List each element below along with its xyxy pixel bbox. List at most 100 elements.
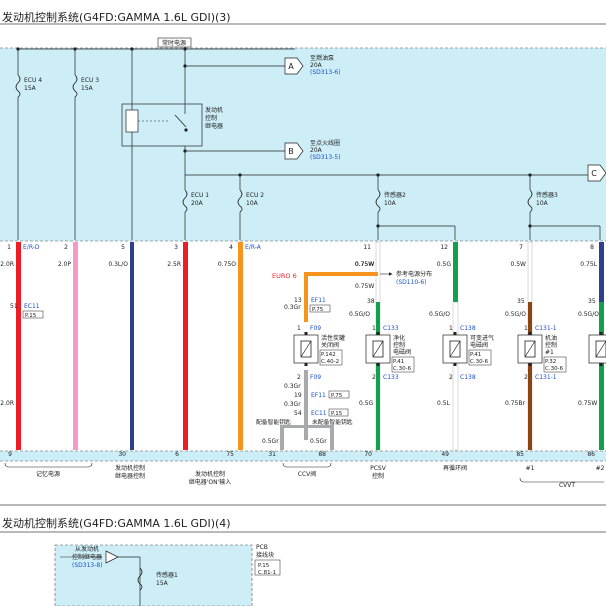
fuse-s3-amps: 10A (536, 200, 549, 207)
pin-p1-code: E/R-D (23, 244, 40, 251)
bottom-pin-b75: 75 (226, 451, 234, 458)
pin-p4-code: E/R-A (245, 244, 262, 251)
p4-from-relay-1: 从发动机 (75, 545, 99, 553)
pin-p4-wire: 0.75O (218, 261, 236, 268)
p4-pcb-1: PCB (256, 544, 268, 551)
ef11-code-a: EF11 (311, 297, 326, 304)
ref-a-letter: A (288, 62, 294, 71)
ref-b-letter: B (288, 147, 294, 156)
wire-label-05l: 0.5L (437, 400, 451, 407)
fuse-ecu1-amps: 20A (191, 200, 204, 207)
ef11-pin-b: 19 (294, 392, 302, 399)
ref-a-line3: (SD313-6) (310, 69, 341, 76)
pin-p7-number: 7 (519, 244, 523, 251)
bottom-pin-b9: 9 (8, 451, 12, 458)
c131-pin1: 1 (524, 325, 528, 332)
func-pcsv-1: PCSV (370, 465, 387, 472)
pcsv-l3: 电磁阀 (393, 348, 411, 356)
ecm-bottom-strip (0, 451, 606, 461)
ef11-page-a: P.75 (312, 307, 324, 313)
pin-p5-number: 5 (121, 244, 125, 251)
f09-pin-top: 1 (297, 325, 301, 332)
fuse-ecu2-amps: 10A (246, 200, 259, 207)
hot-bus-label: 常时电源 (162, 39, 186, 47)
ocv-page: P.32 (545, 359, 556, 365)
f09-code-bot: F09 (310, 374, 321, 381)
func-relay-on-2: 继电器'ON'输入 (189, 478, 232, 486)
bottom-pin-b30: 30 (118, 451, 126, 458)
wire-white-c138 (452, 301, 459, 451)
wire-navy-pin5 (130, 242, 134, 450)
ref-c-letter: C (591, 169, 597, 178)
c138-code-top: C138 (460, 325, 476, 332)
purge-conn: C.40-2 (321, 359, 339, 365)
pin-p2-wire: 2.0P (58, 261, 72, 268)
p4-from-relay-3: (SD313-8) (72, 562, 103, 569)
p4-pcb-conn: C.81-1 (258, 570, 276, 576)
purge-l1: 活性炭罐 (321, 334, 345, 342)
func-relay-on-1: 发动机控制 (195, 470, 225, 478)
wire-label-05go-d: 0.5G/O (578, 311, 599, 318)
ref-b-line3: (SD313-5) (310, 154, 341, 161)
ocv-l3: #1 (545, 349, 554, 356)
euro6-label: EURO 6 (272, 272, 297, 280)
ocv-conn: C.30-6 (545, 366, 564, 372)
bottom-pin-b85: 85 (516, 451, 524, 458)
fuse-s3-name: 传感器3 (536, 191, 558, 199)
bottom-pin-b9-wire: 2.0R (0, 400, 14, 407)
fuse-ecu3-name: ECU 3 (81, 77, 99, 84)
ec11b-page: P.15 (331, 411, 343, 417)
egr-l1: 可变进气 (470, 334, 494, 342)
wire-green-c133 (376, 302, 380, 450)
p4-sensor1-amps: 15A (156, 580, 169, 587)
bottom-pin-b31: 31 (268, 451, 276, 458)
func-mem-power: 记忆电源 (36, 470, 60, 478)
wire-label-05go-a: 0.5G/O (349, 311, 370, 318)
func-pcsv-2: 控制 (372, 472, 384, 480)
egr-conn: C.30-6 (470, 359, 489, 365)
egr-page: P.41 (470, 352, 481, 358)
bottom-pin-b70: 70 (364, 451, 372, 458)
page-title-3: 发动机控制系统(G4FD:GAMMA 1.6L GDI)(3) (2, 11, 231, 24)
wire-orange-branch (304, 272, 378, 276)
relay-label-2: 控制 (205, 114, 217, 122)
relay-label-3: 继电器 (205, 122, 223, 130)
wire-label-075w-r: 0.75W (578, 400, 597, 407)
page-title-4: 发动机控制系统(G4FD:GAMMA 1.6L GDI)(4) (2, 517, 231, 530)
pcsv-l1: 净化 (393, 334, 405, 342)
c131-pin-top: 35 (517, 298, 525, 305)
supply-ref-line1: 参考电源分布 (396, 270, 432, 278)
f09-pin-bot: 2 (297, 374, 301, 381)
pin-p3-wire: 2.5R (167, 261, 181, 268)
wire-label-05gr-b: 0.5Gr (310, 438, 327, 445)
wire-gray-31 (280, 425, 284, 450)
fuse-s2-amps: 10A (384, 200, 397, 207)
pin-p8-wire: 0.75L (580, 261, 597, 268)
func-ccv: CCV阀 (298, 470, 316, 478)
pcsv-page: P.41 (393, 359, 404, 365)
func-cvvt: CVVT (559, 482, 575, 489)
p4-pcb-2: 接线块 (256, 551, 274, 559)
wire-label-05g: 0.5G (359, 400, 374, 407)
ec11-pin: 51 (10, 303, 18, 310)
pin-p3-number: 3 (174, 244, 178, 251)
fuse-ecu3-amps: 15A (81, 85, 94, 92)
smart-key-without: 未配备智能钥匙 (312, 418, 353, 426)
schematic-page: 发动机控制系统(G4FD:GAMMA 1.6L GDI)(3) 发动机控制系统(… (0, 0, 606, 606)
func-vis: 再循环阀 (443, 464, 467, 472)
wire-label-05go-b: 0.5G/O (429, 311, 450, 318)
wire-orange-euro6 (304, 272, 308, 322)
wire-label-03gr-c: 0.3Gr (284, 401, 301, 408)
ref-b-line2: 20A (310, 147, 323, 154)
ref-b-line1: 至点火线圈 (310, 139, 340, 147)
c131-code-top: C131-1 (535, 325, 557, 332)
ef11-code-b: EF11 (311, 392, 326, 399)
c133-code-bot: C133 (383, 374, 399, 381)
p4-pcb-page: P.15 (258, 563, 270, 569)
c133-pin-top: 38 (367, 298, 375, 305)
pin-p1-number: 1 (7, 244, 11, 251)
c138-pin1: 1 (449, 325, 453, 332)
bottom-pin-b86: 86 (587, 451, 595, 458)
fuse-ecu1-name: ECU 1 (191, 192, 209, 199)
ef11-pin-a: 13 (294, 297, 302, 304)
